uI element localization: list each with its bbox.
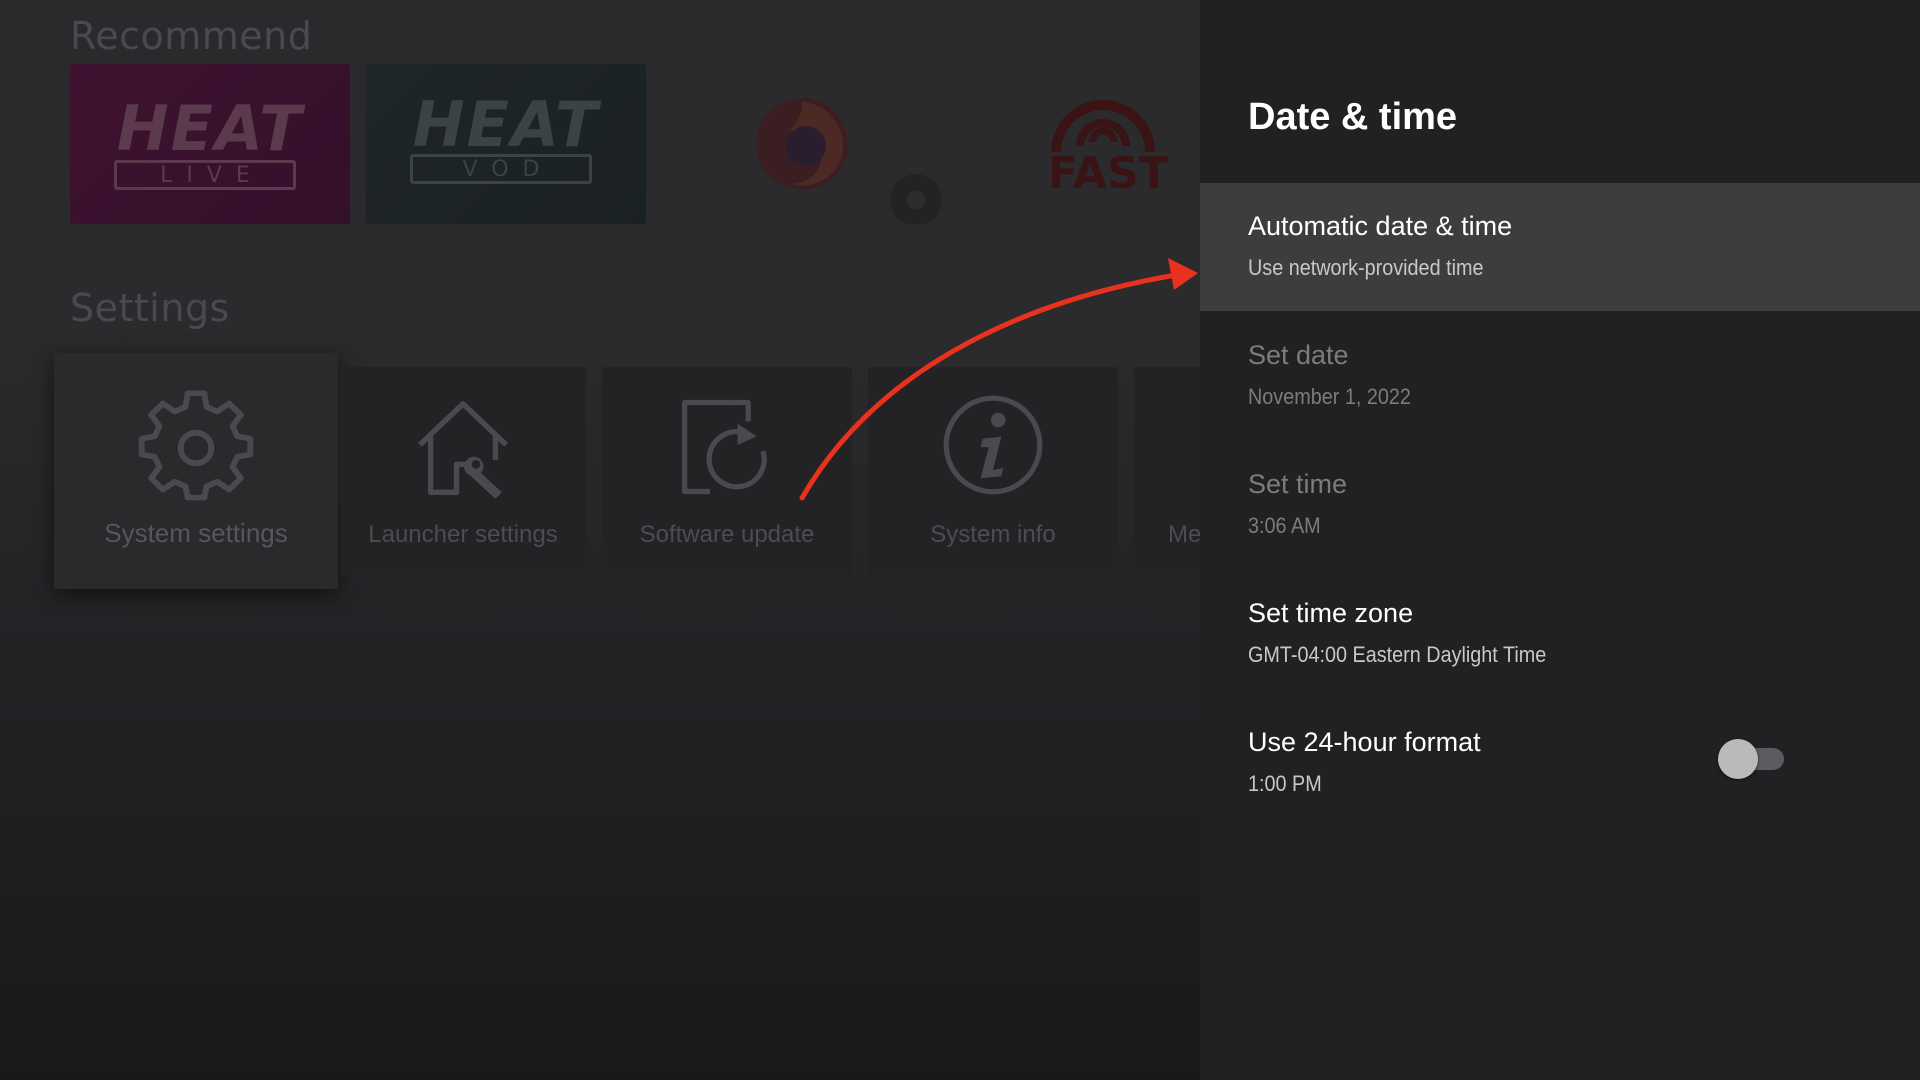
24-hour-format-toggle[interactable] xyxy=(1718,739,1786,779)
menu-item-primary: Set time xyxy=(1248,469,1348,499)
info-icon xyxy=(943,395,1043,495)
menu-item-secondary: GMT-04:00 Eastern Daylight Time xyxy=(1248,642,1547,667)
heat-live-sub-label: LIVE xyxy=(114,160,296,190)
recommend-tile-heat-live[interactable]: HEAT LIVE xyxy=(70,64,350,224)
launcher-background: Recommend HEAT LIVE HEAT VOD FAST Settin… xyxy=(0,0,1200,1080)
heat-live-logo: HEAT xyxy=(116,92,304,165)
home-wrench-icon xyxy=(417,401,509,499)
gear-icon xyxy=(138,390,254,501)
menu-item-secondary: November 1, 2022 xyxy=(1248,384,1411,409)
fast-logo: FAST xyxy=(1048,148,1169,199)
settings-tile-partial[interactable]: Me xyxy=(1134,367,1200,575)
settings-tile-system-info[interactable]: System info xyxy=(868,367,1118,575)
settings-tile-label: System info xyxy=(930,521,1056,548)
recommend-tile-heat-vod[interactable]: HEAT VOD xyxy=(366,64,646,224)
menu-item-secondary: Use network-provided time xyxy=(1248,255,1484,280)
heat-vod-sub-label: VOD xyxy=(410,154,592,184)
panel-title: Date & time xyxy=(1248,96,1458,138)
menu-item-primary: Use 24-hour format xyxy=(1248,727,1481,757)
menu-item-use-24-hour-format[interactable]: Use 24-hour format 1:00 PM xyxy=(1200,699,1920,827)
menu-item-set-time-zone[interactable]: Set time zone GMT-04:00 Eastern Daylight… xyxy=(1200,570,1920,698)
badge-icon xyxy=(890,174,942,224)
date-time-panel: Date & time Automatic date & time Use ne… xyxy=(1200,0,1920,1080)
menu-item-set-date[interactable]: Set date November 1, 2022 xyxy=(1200,312,1920,440)
menu-item-primary: Set time zone xyxy=(1248,598,1414,628)
settings-tile-launcher-settings[interactable]: Launcher settings xyxy=(340,367,586,575)
settings-tile-system-settings[interactable]: System settings xyxy=(54,353,338,589)
menu-item-primary: Set date xyxy=(1248,340,1349,370)
menu-item-automatic-date-time[interactable]: Automatic date & time Use network-provid… xyxy=(1200,183,1920,311)
settings-tile-label: Software update xyxy=(639,521,815,548)
recommend-tile-firefox[interactable] xyxy=(662,64,942,224)
settings-tile-software-update[interactable]: Software update xyxy=(602,367,852,575)
settings-tile-label: System settings xyxy=(104,518,288,548)
menu-item-set-time[interactable]: Set time 3:06 AM xyxy=(1200,441,1920,569)
toggle-thumb xyxy=(1718,739,1758,779)
firefox-icon xyxy=(756,98,848,190)
menu-item-secondary: 1:00 PM xyxy=(1248,771,1322,796)
menu-item-secondary: 3:06 AM xyxy=(1248,513,1321,538)
menu-item-primary: Automatic date & time xyxy=(1248,211,1513,241)
settings-tile-label: Me xyxy=(1168,521,1200,548)
settings-section-title: Settings xyxy=(70,286,230,330)
recommend-tile-fast[interactable]: FAST xyxy=(958,64,1200,224)
fast-signal-icon xyxy=(1051,100,1155,153)
heat-vod-logo: HEAT xyxy=(412,88,600,161)
settings-tile-label: Launcher settings xyxy=(368,521,558,548)
recommend-section-title: Recommend xyxy=(70,14,313,58)
update-icon xyxy=(681,399,767,495)
